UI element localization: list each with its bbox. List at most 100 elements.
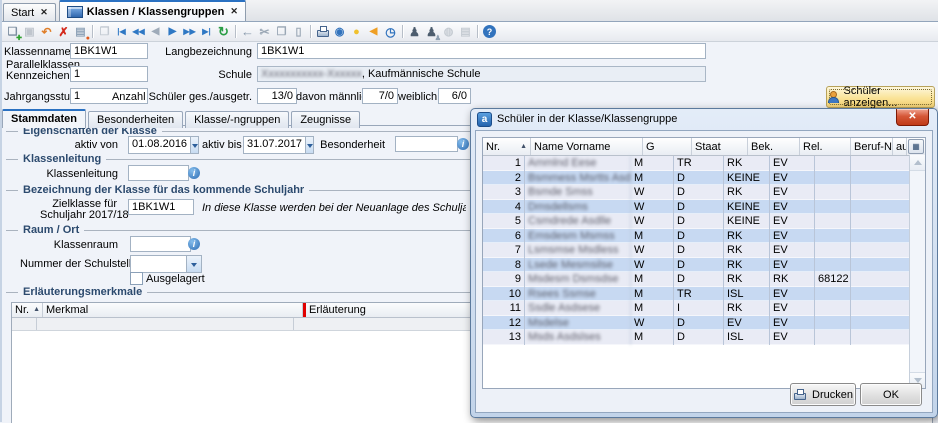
student-icon[interactable]: ♟ — [406, 24, 423, 40]
ausgelagert-label: Ausgelagert — [146, 273, 205, 285]
student-row[interactable]: 8 Lsede Mesmsilse W D RK EV — [483, 258, 925, 273]
student-row[interactable]: 6 Emsdesm Msmss M D RK EV — [483, 229, 925, 244]
cell-g: M — [631, 301, 674, 316]
fast-back-icon[interactable]: ◀◀ — [130, 24, 147, 40]
col-merkmal[interactable]: Merkmal — [43, 303, 303, 317]
col-bek[interactable]: Bek. — [748, 138, 800, 155]
preview-icon[interactable]: ◉ — [331, 24, 348, 40]
report-icon[interactable]: ▤ — [457, 24, 474, 40]
tab-start-label: Start — [11, 7, 34, 19]
weiblich-label: weiblich — [398, 91, 437, 103]
toolbar-separator — [235, 25, 236, 38]
col-g[interactable]: G — [643, 138, 692, 155]
tab-klassen[interactable]: Klassen / Klassengruppen ✕ — [59, 0, 246, 21]
student-row[interactable]: 12 Msdelse W D EV EV — [483, 316, 925, 331]
langbezeichnung-input[interactable]: 1BK1W1 — [257, 43, 706, 59]
edit-table-icon[interactable]: ▤● — [72, 24, 89, 40]
maennlich-field: 7/0 — [362, 88, 398, 104]
student-row[interactable]: 1 Ammlnd Eese M TR RK EV — [483, 156, 925, 171]
number-icon[interactable]: ◍ — [440, 24, 457, 40]
klassenleitung-input[interactable] — [128, 165, 189, 181]
close-tab-icon[interactable]: ✕ — [40, 7, 48, 18]
delete-icon[interactable]: ✗ — [55, 24, 72, 40]
aktiv-bis-datepicker[interactable]: 31.07.2017 — [243, 136, 314, 154]
dialog-titlebar[interactable]: a Schüler in der Klasse/Klassengruppe — [471, 109, 937, 129]
col-beruf-nr[interactable]: Beruf-Nr. — [851, 138, 893, 155]
student-row[interactable]: 4 Dmsdellsms W D KEINE EV — [483, 200, 925, 215]
clock-icon[interactable]: ◷ — [382, 24, 399, 40]
cell-staat: D — [674, 330, 724, 345]
scroll-up-icon[interactable] — [910, 155, 925, 171]
notify-icon[interactable]: ◀ — [365, 24, 382, 40]
drucken-button[interactable]: Drucken — [790, 383, 856, 406]
dropdown-arrow-icon[interactable] — [305, 137, 313, 153]
col-rel[interactable]: Rel. — [800, 138, 851, 155]
parallelklassen-input[interactable]: 1 — [70, 66, 148, 82]
tab-stammdaten[interactable]: Stammdaten — [2, 109, 86, 128]
cell-bek: EV — [724, 316, 770, 331]
hint-icon[interactable]: ● — [348, 24, 365, 40]
column-chooser-icon[interactable]: ▦ — [908, 139, 924, 154]
aktiv-von-datepicker[interactable]: 01.08.2016 — [128, 136, 199, 154]
undo-icon[interactable]: ↶ — [38, 24, 55, 40]
col-ausgetr[interactable]: ausgetr. — [893, 138, 907, 155]
zielklasse-input[interactable]: 1BK1W1 — [128, 199, 194, 215]
save-icon[interactable]: ▣ — [21, 24, 38, 40]
col-nr[interactable]: Nr. ▲ — [12, 303, 43, 317]
students-icon[interactable]: ♟♟ — [423, 24, 440, 40]
ausgelagert-checkbox[interactable] — [130, 272, 143, 285]
copy-record-icon[interactable]: ❐ — [96, 24, 113, 40]
copy-icon[interactable]: ❐ — [273, 24, 290, 40]
cell-rel: EV — [770, 171, 815, 186]
schulstelle-select[interactable] — [130, 255, 202, 273]
tab-klassengruppen[interactable]: Klasse/-ngruppen — [185, 111, 289, 128]
dropdown-arrow-icon[interactable] — [190, 137, 198, 153]
cell-bek: KEINE — [724, 171, 770, 186]
klassenname-label: Klassenname — [4, 46, 66, 58]
cell-g: W — [631, 185, 674, 200]
schueler-anzeigen-button[interactable]: Schüler anzeigen... — [826, 86, 935, 108]
new-record-icon[interactable]: ❏✚ — [4, 24, 21, 40]
tab-zeugnisse[interactable]: Zeugnisse — [291, 111, 360, 128]
vertical-scrollbar[interactable] — [909, 155, 925, 388]
paste-icon[interactable]: ▯ — [290, 24, 307, 40]
dialog-close-button[interactable]: ✕ — [896, 109, 929, 126]
klassenname-input[interactable]: 1BK1W1 — [70, 43, 148, 59]
student-row[interactable]: 11 Ssdle Asdsese M I RK EV — [483, 301, 925, 316]
info-icon[interactable]: i — [457, 138, 469, 150]
close-tab-icon[interactable]: ✕ — [230, 6, 238, 17]
tab-start[interactable]: Start ✕ — [3, 3, 56, 21]
next-record-icon[interactable]: ▶ — [164, 24, 181, 40]
student-row[interactable]: 5 Csmdrede Asdlle W D KEINE EV — [483, 214, 925, 229]
tab-besonderheiten[interactable]: Besonderheiten — [88, 111, 183, 128]
klassenraum-input[interactable] — [130, 236, 191, 252]
refresh-icon[interactable]: ↻ — [215, 24, 232, 40]
back-arrow-icon[interactable]: ← — [239, 24, 256, 40]
print-icon[interactable] — [314, 24, 331, 40]
col-nr[interactable]: Nr. ▲ — [483, 138, 531, 155]
cell-nr: 3 — [483, 185, 525, 200]
info-icon[interactable]: i — [188, 238, 200, 250]
fast-forward-icon[interactable]: ▶▶ — [181, 24, 198, 40]
col-name-vorname[interactable]: Name Vorname — [531, 138, 643, 155]
help-icon[interactable]: ? — [483, 25, 496, 38]
prev-record-icon[interactable]: ◀ — [147, 24, 164, 40]
student-row[interactable]: 13 Msds Asdslses M D ISL EV — [483, 330, 925, 345]
student-row[interactable]: 3 Bsmde Smss W D RK EV — [483, 185, 925, 200]
dropdown-arrow-icon[interactable] — [186, 256, 201, 272]
first-record-icon[interactable]: |◀ — [113, 24, 130, 40]
col-staat[interactable]: Staat — [692, 138, 748, 155]
student-row[interactable]: 7 Lsmsmse Msdless W D RK EV — [483, 243, 925, 258]
cell-rel: EV — [770, 330, 815, 345]
cell-beruf-nr — [815, 243, 851, 258]
cell-name-redacted: Lsede Mesmsilse — [525, 258, 631, 273]
ok-button[interactable]: OK — [860, 383, 922, 406]
last-record-icon[interactable]: ▶| — [198, 24, 215, 40]
student-row[interactable]: 10 Rsees Ssmse M TR ISL EV — [483, 287, 925, 302]
student-row[interactable]: 2 Bsmmess Msrtts Asdllo M D KEINE EV — [483, 171, 925, 186]
info-icon[interactable]: i — [188, 167, 200, 179]
besonderheit-input[interactable] — [395, 136, 458, 152]
student-row[interactable]: 9 Msdesm Dsmsdse M D RK RK 68122 — [483, 272, 925, 287]
cut-icon[interactable]: ✂ — [256, 24, 273, 40]
cell-g: W — [631, 258, 674, 273]
